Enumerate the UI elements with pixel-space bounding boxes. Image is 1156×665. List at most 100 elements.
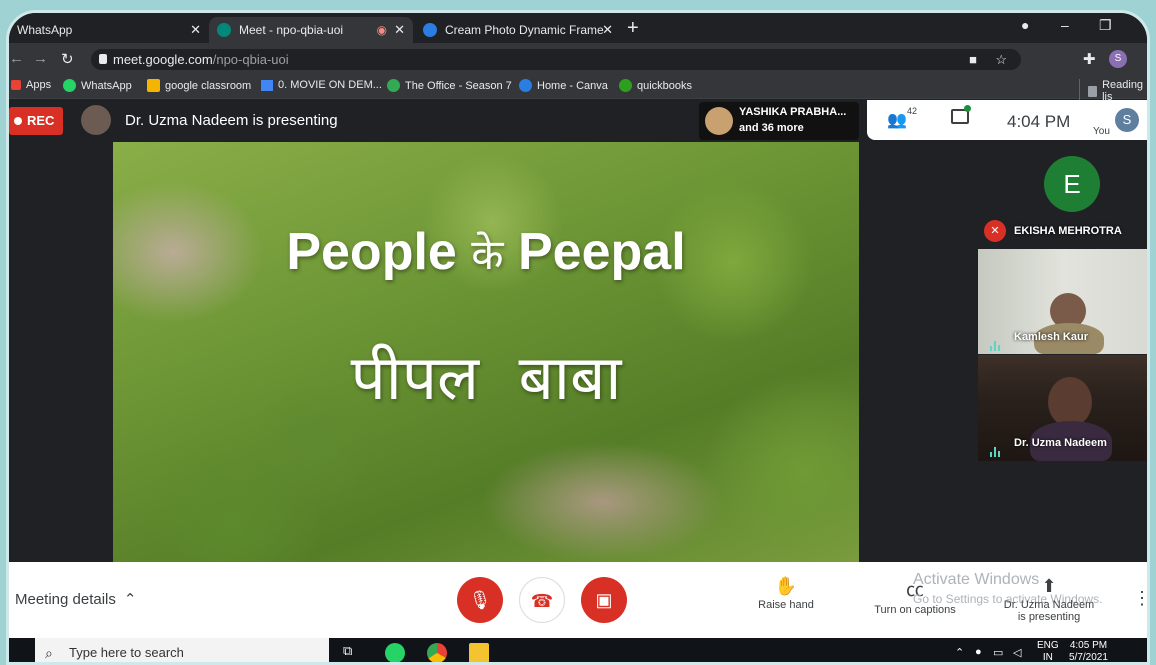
mic-off-button[interactable]: 🎙: [457, 577, 503, 623]
chat-notification-dot: [964, 105, 971, 112]
windows-taskbar: ⌕ Type here to search ⧉ ⌃ ● ▭ ◁ ENG IN 4:…: [9, 638, 1147, 663]
system-clock[interactable]: 4:05 PM 5/7/2021: [1069, 640, 1108, 662]
bookmark-google-classroom[interactable]: google classroom: [147, 79, 251, 92]
you-label: You: [1093, 126, 1110, 137]
meet-top-controls: 👥 42 4:04 PM You S: [867, 100, 1147, 140]
url-path: /npo-qbia-uoi: [212, 52, 289, 67]
slide-title-word: People: [286, 223, 457, 281]
presenter-avatar: [81, 105, 111, 135]
close-icon[interactable]: ✕: [190, 22, 201, 38]
leave-call-button[interactable]: ☎: [519, 577, 565, 623]
meet-header: REC Dr. Uzma Nadeem is presenting YASHIK…: [9, 100, 1147, 142]
bookmark-label: Apps: [26, 79, 52, 91]
file-explorer-icon[interactable]: [469, 643, 489, 662]
chevron-up-icon: ⌃: [123, 591, 137, 608]
task-view-icon[interactable]: ⧉: [343, 643, 363, 662]
slide-title-word: Peepal: [518, 223, 686, 281]
participant-avatar: [705, 107, 733, 135]
classroom-icon: [147, 79, 160, 92]
bookmarks-bar: Apps WhatsApp google classroom 0. MOVIE …: [9, 75, 1147, 103]
region-code: IN: [1042, 652, 1053, 663]
new-tab-icon[interactable]: +: [627, 17, 639, 40]
bookmark-apps[interactable]: Apps: [11, 79, 51, 91]
more-options-icon[interactable]: ⋮: [1133, 588, 1147, 609]
camera-icon[interactable]: ■: [969, 49, 977, 70]
back-icon[interactable]: ←: [9, 50, 24, 67]
bookmark-movie[interactable]: 0. MOVIE ON DEM...: [261, 79, 382, 91]
recording-dot-icon: ◉: [376, 23, 387, 37]
raise-hand-label: Raise hand: [758, 599, 814, 611]
browser-tab-bar: WhatsApp ✕ Meet - npo-qbia-uoi ◉ ✕ Cream…: [9, 13, 1147, 43]
close-icon[interactable]: ✕: [602, 22, 613, 38]
network-icon[interactable]: ▭: [993, 646, 1003, 659]
raise-hand-button[interactable]: ✋ Raise hand: [751, 576, 821, 611]
tray-chevron-icon[interactable]: ⌃: [955, 646, 964, 659]
profile-avatar[interactable]: S: [1109, 50, 1127, 68]
participant-name: Kamlesh Kaur: [1014, 331, 1088, 343]
address-toolbar: ← → ↻ meet.google.com/npo-qbia-uoi ■ ☆ ✚…: [9, 43, 1147, 75]
menu-icon[interactable]: ⋮: [1143, 50, 1147, 68]
canva-icon: [519, 79, 532, 92]
present-now-button[interactable]: ⬆ Dr. Uzma Nadeem is presenting: [999, 576, 1099, 623]
volume-icon[interactable]: ◁: [1013, 646, 1021, 659]
audio-level-icon: [990, 439, 1004, 457]
tab-label: Cream Photo Dynamic Frame Ea: [445, 23, 605, 37]
bookmark-whatsapp[interactable]: WhatsApp: [63, 79, 132, 92]
participant-tile-kamlesh[interactable]: Kamlesh Kaur: [978, 249, 1147, 354]
star-icon[interactable]: ☆: [995, 49, 1007, 70]
bookmark-canva[interactable]: Home - Canva: [519, 79, 608, 92]
audio-level-icon: [990, 333, 1004, 351]
tab-search-icon[interactable]: ●: [1021, 17, 1029, 33]
tab-meet[interactable]: Meet - npo-qbia-uoi ◉ ✕: [209, 17, 413, 43]
whatsapp-app-icon[interactable]: [385, 643, 405, 662]
participants-preview[interactable]: YASHIKA PRABHA... and 36 more: [699, 102, 859, 140]
participant-name: Dr. Uzma Nadeem: [1014, 437, 1107, 449]
participant-tile-uzma[interactable]: Dr. Uzma Nadeem: [978, 355, 1147, 461]
presenting-label: Dr. Uzma Nadeem is presenting: [125, 112, 338, 129]
canva-icon: [423, 23, 437, 37]
extensions-icon[interactable]: ✚: [1083, 50, 1096, 68]
reload-icon[interactable]: ↻: [61, 50, 74, 68]
chrome-app-icon[interactable]: [427, 643, 447, 662]
bookmark-label: WhatsApp: [81, 79, 132, 92]
url-bar[interactable]: meet.google.com/npo-qbia-uoi ■ ☆: [91, 49, 1021, 70]
present-name: Dr. Uzma Nadeem: [1003, 599, 1095, 611]
meeting-details-button[interactable]: Meeting details ⌃: [15, 590, 136, 608]
camera-off-button[interactable]: ▣: [581, 577, 627, 623]
close-icon[interactable]: ✕: [394, 22, 405, 38]
drive-icon: [261, 79, 273, 91]
mic-tray-icon[interactable]: ●: [975, 646, 982, 658]
tab-canva[interactable]: Cream Photo Dynamic Frame Ea ✕: [415, 17, 621, 43]
quickbooks-icon: [619, 79, 632, 92]
participant-tile-ekisha[interactable]: E ✕ EKISHA MEHROTRA: [978, 142, 1147, 248]
search-icon: ⌕: [45, 645, 53, 661]
restore-icon[interactable]: ❐: [1099, 17, 1112, 34]
meeting-time: 4:04 PM: [1007, 112, 1071, 131]
minimize-icon[interactable]: –: [1061, 17, 1069, 33]
participant-name: YASHIKA PRABHA...: [739, 106, 847, 118]
people-icon[interactable]: 👥: [887, 110, 907, 130]
participant-name: EKISHA MEHROTRA: [1014, 225, 1122, 237]
taskbar-search[interactable]: ⌕ Type here to search: [35, 638, 329, 662]
play-icon: [387, 79, 400, 92]
bookmark-label: The Office - Season 7: [405, 79, 512, 92]
tab-label: Meet - npo-qbia-uoi: [239, 23, 344, 37]
bookmark-label: Home - Canva: [537, 79, 608, 92]
slide-subtitle: पीपल बाबा: [350, 341, 622, 414]
forward-icon[interactable]: →: [33, 50, 48, 67]
slide-title-hindi: के: [471, 230, 504, 279]
bookmark-the-office[interactable]: The Office - Season 7: [387, 79, 512, 92]
meet-icon: [217, 23, 231, 37]
participant-avatar: E: [1044, 156, 1100, 212]
whatsapp-icon: [63, 79, 76, 92]
lock-icon: [99, 54, 107, 64]
participant-video-head: [1048, 377, 1092, 427]
bookmark-quickbooks[interactable]: quickbooks: [619, 79, 692, 92]
language-indicator[interactable]: ENG IN: [1037, 640, 1059, 663]
hand-icon: ✋: [774, 576, 798, 596]
participant-more: and 36 more: [739, 122, 804, 134]
meeting-details-label: Meeting details: [15, 591, 116, 608]
self-avatar[interactable]: S: [1115, 108, 1139, 132]
tab-whatsapp[interactable]: WhatsApp ✕: [9, 17, 209, 43]
bookmark-label: quickbooks: [637, 79, 693, 92]
